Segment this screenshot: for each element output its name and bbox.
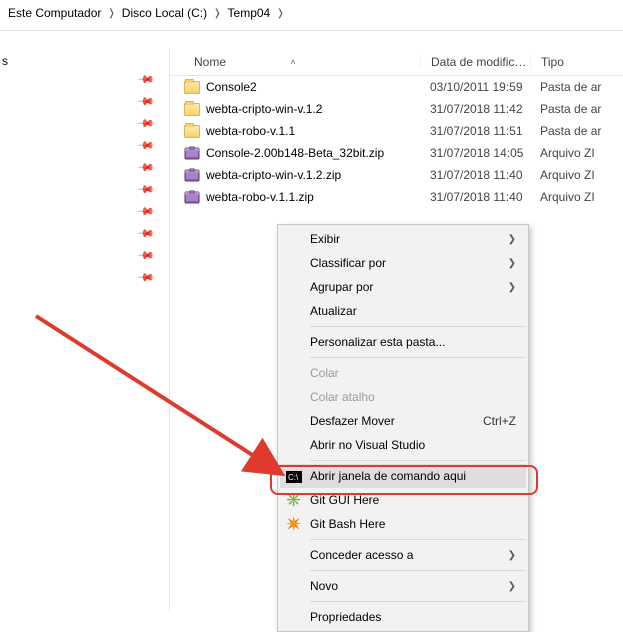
quick-access-item[interactable]: 📌 [0, 200, 169, 222]
divider [0, 30, 623, 31]
file-date: 31/07/2018 11:40 [420, 168, 530, 182]
separator [310, 326, 525, 327]
chevron-right-icon: ❯ [508, 581, 516, 592]
context-menu: Exibir❯ Classificar por❯ Agrupar por❯ At… [277, 224, 529, 632]
archive-icon [184, 167, 200, 183]
column-date[interactable]: Data de modificaç... [420, 55, 530, 69]
table-row[interactable]: Console2 03/10/2011 19:59Pasta de ar [170, 76, 623, 98]
folder-icon [184, 81, 200, 94]
file-name: webta-cripto-win-v.1.2.zip [206, 168, 341, 182]
sidebar-label-trunc: s [0, 54, 169, 68]
table-row[interactable]: webta-cripto-win-v.1.2.zip 31/07/2018 11:… [170, 164, 623, 186]
ctx-conceder[interactable]: Conceder acesso a❯ [280, 543, 526, 567]
file-type: Pasta de ar [530, 102, 623, 116]
file-date: 31/07/2018 14:05 [420, 146, 530, 160]
ctx-classificar[interactable]: Classificar por❯ [280, 251, 526, 275]
chevron-right-icon: ❭ [105, 8, 117, 19]
ctx-novo[interactable]: Novo❯ [280, 574, 526, 598]
chevron-right-icon: ❯ [508, 282, 516, 293]
chevron-right-icon: ❭ [274, 8, 286, 19]
file-date: 31/07/2018 11:40 [420, 190, 530, 204]
pin-icon: 📌 [137, 224, 156, 243]
quick-access-item[interactable]: 📌 [0, 68, 169, 90]
pin-icon: 📌 [137, 92, 156, 111]
separator [310, 570, 525, 571]
chevron-right-icon: ❯ [508, 258, 516, 269]
separator [310, 601, 525, 602]
pin-icon: 📌 [137, 180, 156, 199]
file-type: Pasta de ar [530, 80, 623, 94]
column-headers: Nome ˄ Data de modificaç... Tipo [170, 48, 623, 76]
ctx-agrupar[interactable]: Agrupar por❯ [280, 275, 526, 299]
pin-icon: 📌 [137, 158, 156, 177]
quick-access-item[interactable]: 📌 [0, 156, 169, 178]
ctx-colar: Colar [280, 361, 526, 385]
archive-icon [184, 189, 200, 205]
table-row[interactable]: Console-2.00b148-Beta_32bit.zip 31/07/201… [170, 142, 623, 164]
sort-indicator-icon: ˄ [290, 57, 295, 67]
pin-icon: 📌 [137, 114, 156, 133]
pin-icon: 📌 [137, 136, 156, 155]
file-name: webta-robo-v.1.1 [206, 124, 295, 138]
quick-access-item[interactable]: 📌 [0, 112, 169, 134]
ctx-git-gui[interactable]: ✳️Git GUI Here [280, 488, 526, 512]
file-name: webta-robo-v.1.1.zip [206, 190, 314, 204]
cmd-icon: C:\ [286, 468, 302, 484]
pin-icon: 📌 [137, 70, 156, 89]
pin-icon: 📌 [137, 246, 156, 265]
ctx-atualizar[interactable]: Atualizar [280, 299, 526, 323]
file-type: Arquivo ZI [530, 190, 623, 204]
ctx-colar-atalho: Colar atalho [280, 385, 526, 409]
breadcrumb-seg-3[interactable]: Temp04 [224, 6, 275, 20]
file-type: Arquivo ZI [530, 146, 623, 160]
ctx-abrir-vs[interactable]: Abrir no Visual Studio [280, 433, 526, 457]
file-date: 31/07/2018 11:42 [420, 102, 530, 116]
file-date: 03/10/2011 19:59 [420, 80, 530, 94]
breadcrumb-seg-2[interactable]: Disco Local (C:) [118, 6, 211, 20]
column-name[interactable]: Nome ˄ [170, 55, 420, 69]
separator [310, 460, 525, 461]
file-name: Console-2.00b148-Beta_32bit.zip [206, 146, 384, 160]
separator [310, 357, 525, 358]
breadcrumb[interactable]: Este Computador ❭ Disco Local (C:) ❭ Tem… [0, 0, 623, 30]
pin-icon: 📌 [137, 202, 156, 221]
file-name: webta-cripto-win-v.1.2 [206, 102, 322, 116]
git-icon: ✳️ [286, 492, 302, 508]
ctx-abrir-cmd[interactable]: C:\Abrir janela de comando aqui [280, 464, 526, 488]
ctx-git-bash[interactable]: ✴️Git Bash Here [280, 512, 526, 536]
git-icon: ✴️ [286, 516, 302, 532]
chevron-right-icon: ❯ [508, 550, 516, 561]
file-name: Console2 [206, 80, 257, 94]
breadcrumb-seg-1[interactable]: Este Computador [4, 6, 105, 20]
quick-access-sidebar: s 📌 📌 📌 📌 📌 📌 📌 📌 📌 📌 [0, 48, 170, 612]
file-date: 31/07/2018 11:51 [420, 124, 530, 138]
quick-access-item[interactable]: 📌 [0, 222, 169, 244]
ctx-exibir[interactable]: Exibir❯ [280, 227, 526, 251]
pin-icon: 📌 [137, 268, 156, 287]
archive-icon [184, 145, 200, 161]
column-type[interactable]: Tipo [530, 55, 623, 69]
chevron-right-icon: ❯ [508, 234, 516, 245]
quick-access-item[interactable]: 📌 [0, 244, 169, 266]
ctx-propriedades[interactable]: Propriedades [280, 605, 526, 629]
table-row[interactable]: webta-robo-v.1.1.zip 31/07/2018 11:40Arqu… [170, 186, 623, 208]
file-type: Arquivo ZI [530, 168, 623, 182]
folder-icon [184, 103, 200, 116]
ctx-desfazer[interactable]: Desfazer MoverCtrl+Z [280, 409, 526, 433]
quick-access-item[interactable]: 📌 [0, 134, 169, 156]
quick-access-item[interactable]: 📌 [0, 90, 169, 112]
quick-access-item[interactable]: 📌 [0, 178, 169, 200]
file-type: Pasta de ar [530, 124, 623, 138]
column-name-label: Nome [194, 55, 226, 69]
ctx-personalizar[interactable]: Personalizar esta pasta... [280, 330, 526, 354]
table-row[interactable]: webta-robo-v.1.1 31/07/2018 11:51Pasta de… [170, 120, 623, 142]
folder-icon [184, 125, 200, 138]
keyboard-shortcut: Ctrl+Z [483, 414, 516, 428]
chevron-right-icon: ❭ [211, 8, 223, 19]
table-row[interactable]: webta-cripto-win-v.1.2 31/07/2018 11:42Pa… [170, 98, 623, 120]
quick-access-item[interactable]: 📌 [0, 266, 169, 288]
separator [310, 539, 525, 540]
